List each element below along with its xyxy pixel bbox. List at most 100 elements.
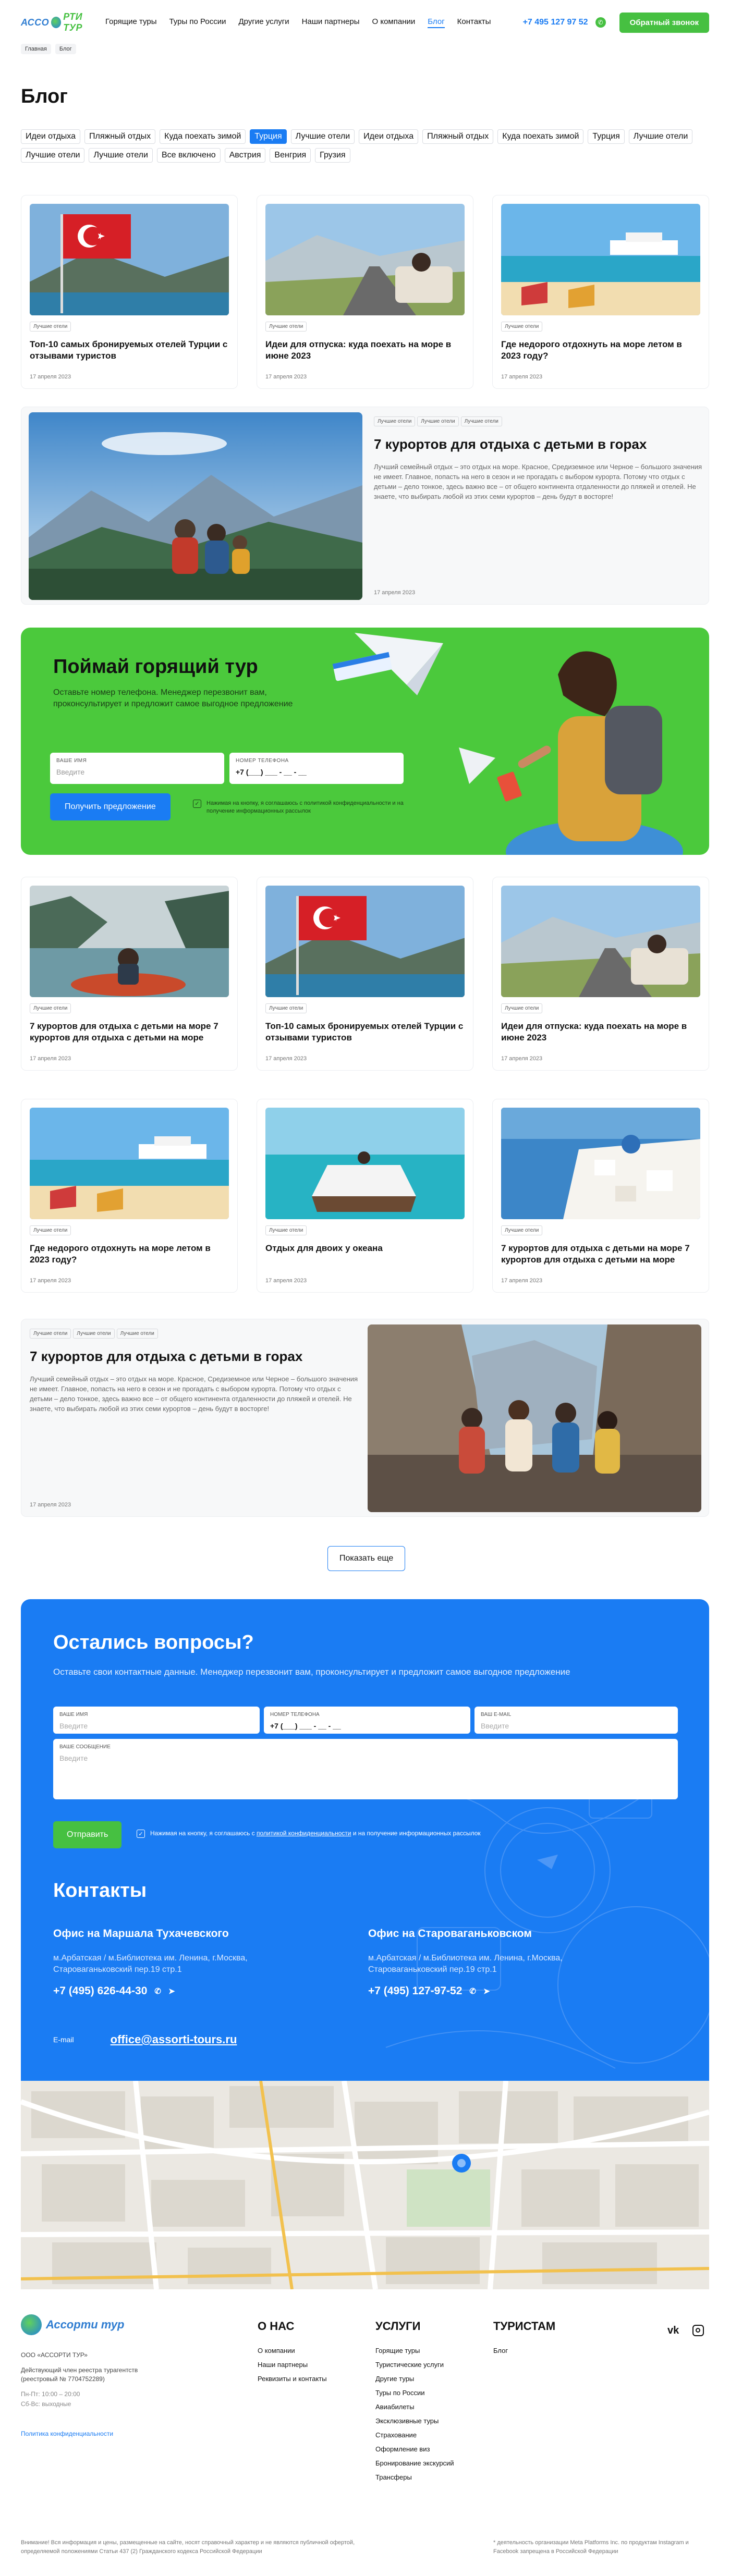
article-tag[interactable]: Лучшие отели [73, 1329, 115, 1339]
promo-consent[interactable]: ✓ Нажимая на кнопку, я соглашаюсь с поли… [193, 800, 422, 815]
checkbox-icon[interactable]: ✓ [137, 1830, 145, 1838]
article-card[interactable]: Лучшие отели Идеи для отпуска: куда поех… [257, 195, 473, 389]
article-title[interactable]: 7 курортов для отдыха с детьми на море 7… [30, 1021, 229, 1044]
article-title[interactable]: Топ-10 самых бронируемых отелей Турции с… [30, 339, 229, 362]
nav-item[interactable]: Туры по России [169, 17, 226, 28]
footer-link[interactable]: Эксклюзивные туры [375, 2417, 454, 2425]
article-card[interactable]: Лучшие отели 7 курортов для отдыха с дет… [492, 1099, 709, 1293]
footer-link[interactable]: Авиабилеты [375, 2403, 454, 2411]
promo-phone-field[interactable]: НОМЕР ТЕЛЕФОНА +7 (___) ___ - __ - __ [229, 753, 404, 784]
footer-logo[interactable]: Ассорти тур [21, 2314, 219, 2335]
email-link[interactable]: office@assorti-tours.ru [111, 2033, 237, 2046]
article-title[interactable]: Топ-10 самых бронируемых отелей Турции с… [265, 1021, 465, 1044]
tag-chip[interactable]: Куда поехать зимой [160, 129, 246, 144]
article-tag[interactable]: Лучшие отели [116, 1329, 158, 1339]
article-card[interactable]: Лучшие отели 7 курортов для отдыха с дет… [21, 877, 238, 1071]
footer-link[interactable]: Страхование [375, 2431, 454, 2439]
office-phone[interactable]: +7 (495) 626-44-30 [53, 1985, 147, 1997]
nav-item[interactable]: О компании [372, 17, 416, 28]
callback-button[interactable]: Обратный звонок [619, 12, 709, 33]
breadcrumb-item[interactable]: Главная [21, 44, 51, 54]
footer-link[interactable]: Реквизиты и контакты [258, 2375, 327, 2383]
message-field[interactable]: ВАШЕ СООБЩЕНИЕ Введите [53, 1739, 678, 1799]
article-title[interactable]: Где недорого отдохнуть на море летом в 2… [501, 339, 700, 362]
footer-link[interactable]: Блог [493, 2347, 555, 2354]
whatsapp-icon[interactable]: ✆ [595, 17, 606, 28]
telegram-icon[interactable]: ➤ [483, 1986, 490, 1996]
tag-chip-active[interactable]: Турция [250, 129, 287, 144]
article-tag[interactable]: Лучшие отели [501, 322, 543, 332]
tag-chip[interactable]: Идеи отдыха [359, 129, 419, 144]
footer-link[interactable]: Другие туры [375, 2375, 454, 2383]
privacy-policy-link[interactable]: Политика конфиденциальности [21, 2430, 219, 2438]
tag-chip[interactable]: Лучшие отели [628, 129, 693, 144]
breadcrumb-item[interactable]: Блог [55, 44, 76, 54]
article-tag[interactable]: Лучшие отели [501, 1225, 543, 1235]
show-more-button[interactable]: Показать еще [327, 1546, 406, 1571]
featured-article[interactable]: Лучшие отели Лучшие отели Лучшие отели 7… [21, 1319, 709, 1517]
logo[interactable]: АССО РТИ ТУР [21, 11, 99, 33]
checkbox-icon[interactable]: ✓ [193, 800, 201, 808]
whatsapp-icon[interactable]: ✆ [154, 1986, 161, 1996]
article-tag[interactable]: Лучшие отели [265, 1003, 307, 1013]
name-field[interactable]: ВАШЕ ИМЯ Введите [53, 1707, 260, 1734]
send-button[interactable]: Отправить [53, 1821, 122, 1848]
article-tag[interactable]: Лучшие отели [417, 416, 459, 426]
whatsapp-icon[interactable]: ✆ [469, 1986, 476, 1996]
office-map[interactable] [21, 2081, 709, 2289]
footer-link[interactable]: О компании [258, 2347, 327, 2354]
footer-link[interactable]: Наши партнеры [258, 2361, 327, 2369]
tag-chip[interactable]: Грузия [315, 148, 350, 163]
tag-chip[interactable]: Идеи отдыха [21, 129, 81, 144]
phone-field[interactable]: НОМЕР ТЕЛЕФОНА +7 (___) ___ - __ - __ [264, 1707, 470, 1734]
article-tag[interactable]: Лучшие отели [501, 1003, 543, 1013]
nav-item[interactable]: Другие услуги [239, 17, 289, 28]
article-title[interactable]: 7 курортов для отдыха с детьми в горах [374, 436, 702, 452]
tag-chip[interactable]: Лучшие отели [290, 129, 355, 144]
article-card[interactable]: Лучшие отели Топ-10 самых бронируемых от… [257, 877, 473, 1071]
tag-chip[interactable]: Лучшие отели [21, 148, 85, 163]
article-title[interactable]: Отдых для двоих у океана [265, 1243, 465, 1254]
article-card[interactable]: Лучшие отели Где недорого отдохнуть на м… [21, 1099, 238, 1293]
article-card[interactable]: Лучшие отели Идеи для отпуска: куда поех… [492, 877, 709, 1071]
tag-chip[interactable]: Венгрия [270, 148, 311, 163]
tag-chip[interactable]: Пляжный отдых [84, 129, 156, 144]
nav-item-active[interactable]: Блог [428, 17, 445, 28]
article-tag[interactable]: Лучшие отели [460, 416, 502, 426]
tag-chip[interactable]: Австрия [224, 148, 266, 163]
article-tag[interactable]: Лучшие отели [30, 322, 71, 332]
article-tag[interactable]: Лучшие отели [30, 1225, 71, 1235]
footer-link[interactable]: Трансферы [375, 2473, 454, 2481]
article-tag[interactable]: Лучшие отели [374, 416, 416, 426]
article-title[interactable]: Идеи для отпуска: куда поехать на море в… [265, 339, 465, 362]
footer-link[interactable]: Туристические услуги [375, 2361, 454, 2369]
article-tag[interactable]: Лучшие отели [265, 322, 307, 332]
vk-icon[interactable]: vk [667, 2325, 679, 2337]
nav-item[interactable]: Наши партнеры [302, 17, 360, 28]
telegram-icon[interactable]: ➤ [168, 1986, 175, 1996]
tag-chip[interactable]: Куда поехать зимой [497, 129, 584, 144]
get-offer-button[interactable]: Получить предложение [50, 793, 171, 820]
nav-item[interactable]: Контакты [457, 17, 491, 28]
article-tag[interactable]: Лучшие отели [265, 1225, 307, 1235]
consent-checkbox[interactable]: ✓ Нажимая на кнопку, я соглашаюсь с поли… [137, 1830, 481, 1838]
office-phone[interactable]: +7 (495) 127-97-52 [368, 1985, 462, 1997]
footer-link[interactable]: Бронирование экскурсий [375, 2459, 454, 2467]
tag-chip[interactable]: Турция [588, 129, 625, 144]
featured-article[interactable]: Лучшие отели Лучшие отели Лучшие отели 7… [21, 407, 709, 605]
article-card[interactable]: Лучшие отели Где недорого отдохнуть на м… [492, 195, 709, 389]
article-title[interactable]: 7 курортов для отдыха с детьми на море 7… [501, 1243, 700, 1266]
tag-chip[interactable]: Лучшие отели [89, 148, 153, 163]
footer-link[interactable]: Горящие туры [375, 2347, 454, 2354]
promo-name-field[interactable]: ВАШЕ ИМЯ Введите [50, 753, 224, 784]
tag-chip[interactable]: Все включено [156, 148, 221, 163]
header-phone[interactable]: +7 495 127 97 52 [523, 18, 588, 27]
article-tag[interactable]: Лучшие отели [30, 1329, 71, 1339]
article-title[interactable]: Идеи для отпуска: куда поехать на море в… [501, 1021, 700, 1044]
tag-chip[interactable]: Пляжный отдых [422, 129, 494, 144]
nav-item[interactable]: Горящие туры [105, 17, 156, 28]
article-tag[interactable]: Лучшие отели [30, 1003, 71, 1013]
footer-link[interactable]: Оформление виз [375, 2445, 454, 2453]
article-card[interactable]: Лучшие отели Отдых для двоих у океана 17… [257, 1099, 473, 1293]
email-field[interactable]: ВАШ E-MAIL Введите [475, 1707, 678, 1734]
